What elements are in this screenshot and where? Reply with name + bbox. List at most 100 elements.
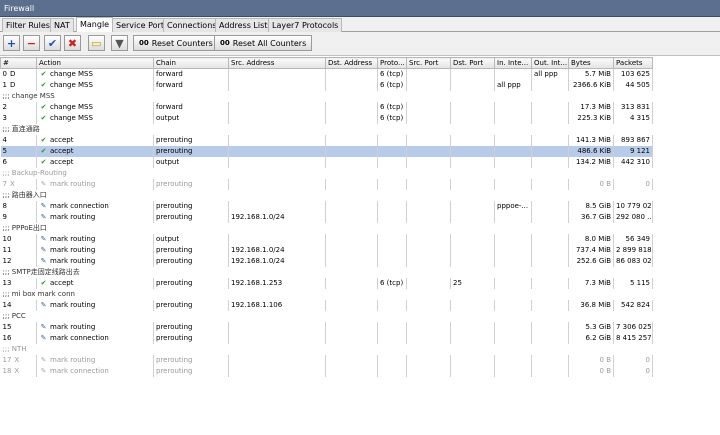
cell-protocol: 6 (tcp) — [377, 79, 407, 91]
cell-dst-address — [325, 365, 378, 377]
table-row[interactable]: 17 X ✎ mark routing prerouting 0 B0 — [0, 354, 653, 366]
table-row[interactable]: 11 ✎ mark routing prerouting 192.168.1.0/24 7… — [0, 244, 653, 256]
rule-flag: X — [14, 356, 20, 364]
cell-number: 7X — [0, 178, 37, 190]
cell-src-port — [406, 156, 451, 168]
comment-row[interactable]: ;;; 直连通路 — [1, 124, 653, 135]
col-dst-address[interactable]: Dst. Address — [325, 57, 378, 69]
add-icon[interactable]: + — [3, 35, 20, 51]
cell-number: 14 — [0, 299, 37, 311]
rule-comment: ;;; mi box mark conn — [2, 290, 75, 298]
tab-layer7-protocols[interactable]: Layer7 Protocols — [268, 18, 343, 32]
action-label: mark routing — [50, 246, 96, 254]
cell-dst-address — [325, 233, 378, 245]
tab-nat[interactable]: NAT — [50, 18, 74, 32]
filter-icon[interactable]: ▼ — [111, 35, 128, 51]
rule-number: 15 — [2, 323, 12, 331]
cell-in-interface — [494, 255, 532, 267]
cell-protocol — [377, 354, 407, 366]
table-row[interactable]: 14 ✎ mark routing prerouting 192.168.1.106 36… — [0, 299, 653, 311]
tab-filter-rules[interactable]: Filter Rules — [2, 18, 54, 32]
cell-dst-port — [450, 112, 495, 124]
cell-chain: prerouting — [153, 134, 229, 146]
cell-bytes: 5.3 GiB — [568, 321, 614, 333]
table-row[interactable]: 7 X ✎ mark routing prerouting 0 B0 — [0, 178, 653, 190]
cell-dst-port — [450, 101, 495, 113]
cell-protocol: 6 (tcp) — [377, 101, 407, 113]
col-action[interactable]: Action — [36, 57, 154, 69]
cell-packets: 44 505 — [613, 79, 653, 91]
table-row[interactable]: 10 ✎ mark routing output 8.0 MiB 56 349 — [0, 233, 653, 245]
cell-src-port — [406, 178, 451, 190]
action-label: accept — [50, 158, 74, 166]
reset-counters-button[interactable]: 00 Reset Counters — [133, 35, 219, 51]
comment-row[interactable]: ;;; SMTP走固定线路出去 — [1, 267, 653, 278]
cell-packets: 0 — [613, 365, 653, 377]
pencil-icon: ✎ — [40, 323, 47, 331]
cell-dst-address — [325, 321, 378, 333]
toolbar: + − ✔ ✖ ▭ ▼ 00 Reset Counters 00 Reset A… — [0, 32, 720, 56]
cell-out-interface — [531, 277, 569, 289]
table-row[interactable]: 13 ✔ accept prerouting 192.168.1.253 6 (tcp) 2… — [0, 277, 653, 289]
action-label: change MSS — [50, 103, 93, 111]
col-chain[interactable]: Chain — [153, 57, 229, 69]
comment-row[interactable]: ;;; PCC — [1, 311, 653, 322]
table-row[interactable]: 12 ✎ mark routing prerouting 192.168.1.0/24 2… — [0, 255, 653, 267]
cell-bytes: 141.3 MiB — [568, 134, 614, 146]
table-row[interactable]: 3 ✔ change MSS output 6 (tcp) 225.3 KiB 4 315 — [0, 112, 653, 124]
comment-row[interactable]: ;;; mi box mark conn — [1, 289, 653, 300]
table-row[interactable]: 16 ✎ mark connection prerouting 6.2 GiB 8 415… — [0, 332, 653, 344]
reset-all-counters-button[interactable]: 00 Reset All Counters — [214, 35, 313, 51]
pencil-icon: ✎ — [40, 180, 47, 188]
check-icon: ✔ — [40, 147, 47, 155]
col-src-address[interactable]: Src. Address — [228, 57, 326, 69]
col-number[interactable]: # — [0, 57, 37, 69]
col-protocol[interactable]: Proto... — [377, 57, 407, 69]
comment-row[interactable]: ;;; change MSS — [1, 91, 653, 102]
col-out-interface[interactable]: Out. Int... — [531, 57, 569, 69]
cell-number: 1D — [0, 79, 37, 91]
table-row[interactable]: 15 ✎ mark routing prerouting 5.3 GiB 7 306 02… — [0, 321, 653, 333]
cell-action: ✔ change MSS — [36, 68, 154, 80]
cell-packets: 10 779 021 — [613, 200, 653, 212]
cell-src-address — [228, 145, 326, 157]
table-row[interactable]: 18 X ✎ mark connection prerouting 0 B0 — [0, 365, 653, 377]
cell-out-interface — [531, 365, 569, 377]
enable-icon[interactable]: ✔ — [44, 35, 61, 51]
table-row[interactable]: 6 ✔ accept output 134.2 MiB 442 310 — [0, 156, 653, 168]
table-row[interactable]: 8 ✎ mark connection prerouting pppoe-... 8.5 … — [0, 200, 653, 212]
window-title: Firewall — [0, 0, 720, 17]
cell-in-interface — [494, 321, 532, 333]
tab-connections[interactable]: Connections — [163, 18, 221, 32]
tab-mangle[interactable]: Mangle — [76, 17, 114, 32]
table-row[interactable]: 2 ✔ change MSS forward 6 (tcp) 17.3 MiB 313 83… — [0, 101, 653, 113]
col-packets[interactable]: Packets — [613, 57, 653, 69]
remove-icon[interactable]: − — [23, 35, 40, 51]
cell-dst-port — [450, 68, 495, 80]
tab-address-lists[interactable]: Address Lists — [215, 18, 276, 32]
cell-dst-port — [450, 145, 495, 157]
table-row[interactable]: 1 D ✔ change MSS forward 6 (tcp) all ppp 2366.6… — [0, 79, 653, 91]
comment-icon[interactable]: ▭ — [88, 35, 105, 51]
table-row[interactable]: 9 ✎ mark routing prerouting 192.168.1.0/24 36… — [0, 211, 653, 223]
cell-dst-address — [325, 255, 378, 267]
cell-dst-port — [450, 354, 495, 366]
cell-src-address — [228, 332, 326, 344]
table-row[interactable]: 4 ✔ accept prerouting 141.3 MiB 893 867 — [0, 134, 653, 146]
table-row[interactable]: 5 ✔ accept prerouting 486.6 KiB 9 121 — [0, 145, 653, 157]
table-row[interactable]: 0 D ✔ change MSS forward 6 (tcp) all ppp 5.7 Mi… — [0, 68, 653, 80]
col-in-interface[interactable]: In. Inte... — [494, 57, 532, 69]
comment-row[interactable]: ;;; NTH — [1, 344, 653, 355]
comment-row[interactable]: ;;; Backup-Routing — [1, 168, 653, 179]
action-label: change MSS — [50, 81, 93, 89]
comment-row[interactable]: ;;; PPPoE出口 — [1, 223, 653, 234]
comment-row[interactable]: ;;; 路由器入口 — [1, 190, 653, 201]
cell-action: ✎ mark routing — [36, 299, 154, 311]
col-src-port[interactable]: Src. Port — [406, 57, 451, 69]
cell-in-interface: pppoe-... — [494, 200, 532, 212]
disable-icon[interactable]: ✖ — [64, 35, 81, 51]
rule-comment: ;;; 直连通路 — [2, 125, 40, 133]
rule-number: 18 — [2, 367, 12, 375]
col-bytes[interactable]: Bytes — [568, 57, 614, 69]
col-dst-port[interactable]: Dst. Port — [450, 57, 495, 69]
